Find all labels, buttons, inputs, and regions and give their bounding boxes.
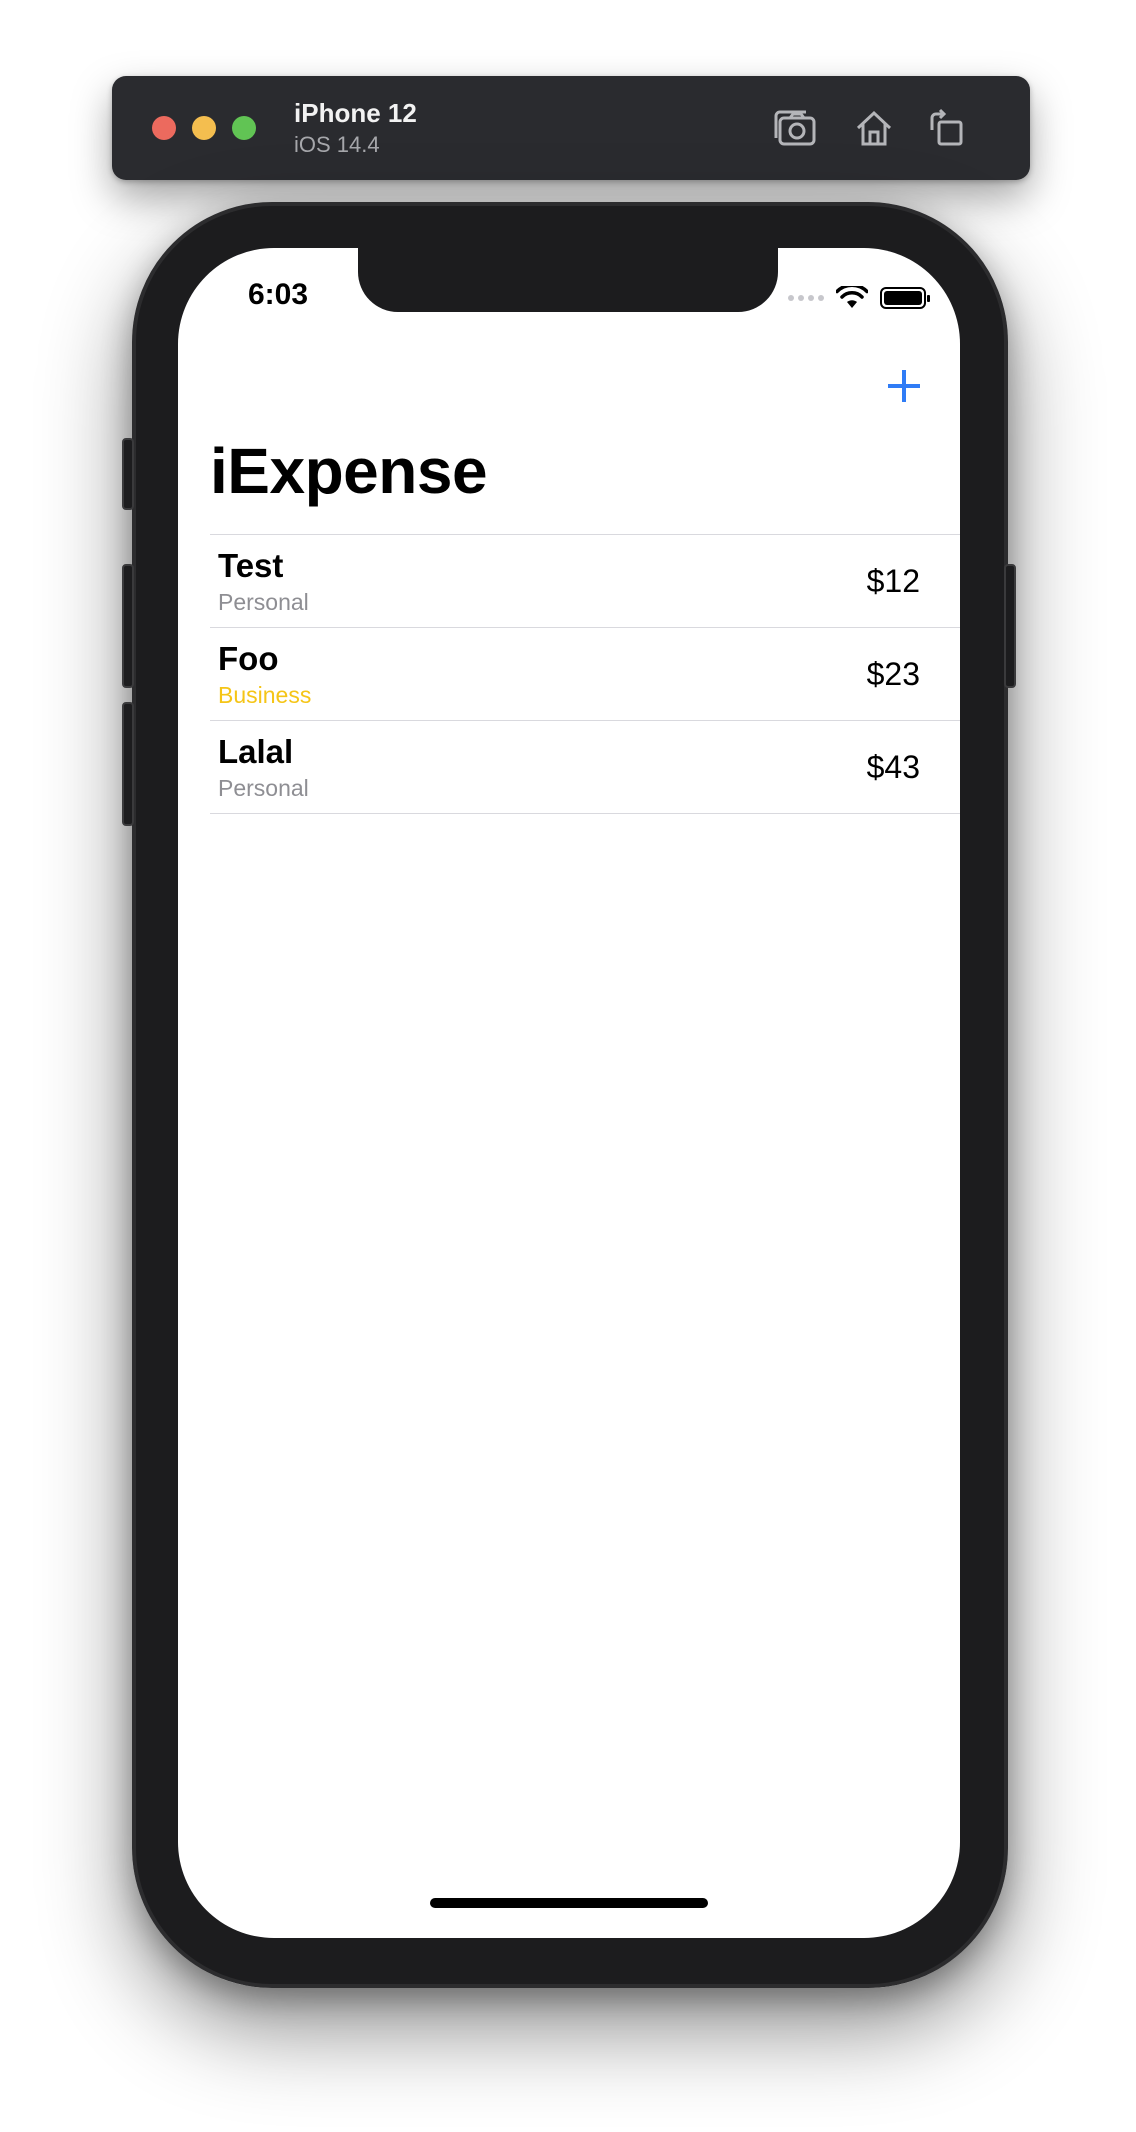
expense-type: Personal: [218, 589, 309, 615]
simulator-os-version: iOS 14.4: [294, 132, 380, 157]
expense-name: Lalal: [218, 733, 294, 770]
expense-name: Foo: [218, 640, 279, 677]
plus-icon: [888, 370, 920, 402]
expense-amount: $23: [866, 656, 920, 692]
screenshot-button[interactable]: [772, 104, 820, 152]
minimize-window-button[interactable]: [192, 116, 216, 140]
volume-down-button: [122, 702, 134, 826]
expense-name: Test: [218, 547, 284, 584]
home-indicator[interactable]: [430, 1898, 708, 1908]
battery-icon: [880, 287, 930, 309]
home-icon: [856, 110, 892, 146]
status-indicators: [788, 286, 930, 310]
home-button[interactable]: [850, 104, 898, 152]
expense-amount: $12: [866, 563, 920, 599]
expense-type: Personal: [218, 775, 309, 801]
screenshot-icon: [774, 110, 816, 146]
phone-screen: 6:03 iExpense Test Personal $12 Foo Busi…: [178, 248, 960, 1938]
signal-icon: [788, 295, 824, 301]
page-title: iExpense: [210, 435, 488, 507]
close-window-button[interactable]: [152, 116, 176, 140]
add-expense-button[interactable]: [882, 364, 926, 408]
expense-type: Business: [218, 682, 312, 708]
expense-list: Test Personal $12 Foo Business $23 Lalal…: [210, 534, 960, 814]
status-time: 6:03: [248, 278, 309, 311]
expense-amount: $43: [866, 749, 920, 785]
rotate-button[interactable]: [922, 104, 970, 152]
silent-switch: [122, 438, 134, 510]
simulator-titlebar: iPhone 12 iOS 14.4: [112, 76, 1030, 180]
rotate-icon: [930, 108, 963, 146]
power-button: [1004, 564, 1016, 688]
volume-up-button: [122, 564, 134, 688]
notch: [358, 248, 778, 312]
expense-row[interactable]: Lalal Personal $43: [210, 721, 960, 814]
expense-row[interactable]: Test Personal $12: [210, 535, 960, 628]
wifi-icon: [836, 286, 868, 308]
zoom-window-button[interactable]: [232, 116, 256, 140]
simulator-device-name: iPhone 12: [294, 98, 417, 128]
expense-row[interactable]: Foo Business $23: [210, 628, 960, 721]
